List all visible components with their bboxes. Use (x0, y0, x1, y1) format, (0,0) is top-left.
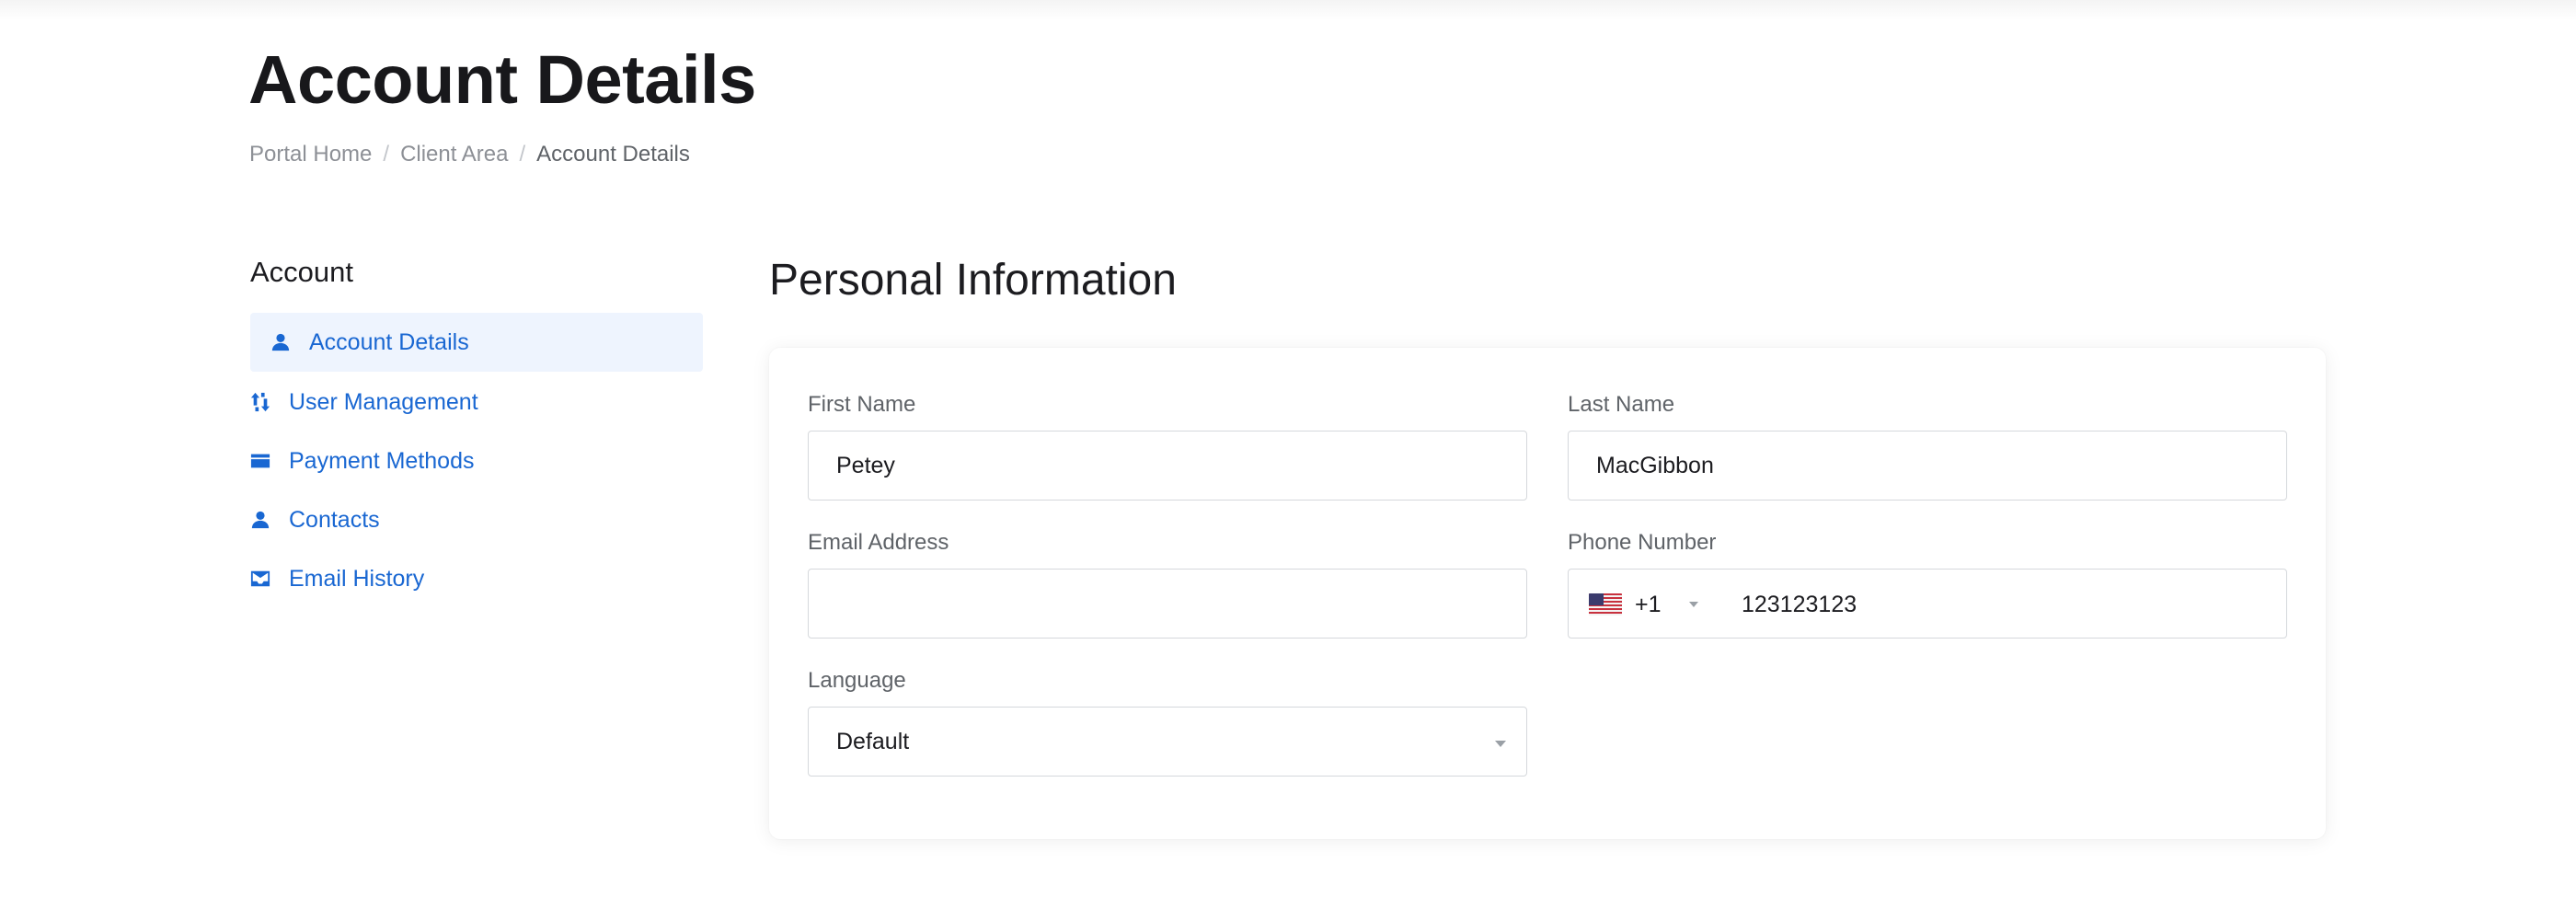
email-group: Email Address (808, 528, 1527, 639)
sidebar-item-label: Email History (289, 565, 425, 592)
header-shadow (0, 0, 2576, 20)
breadcrumb-client-area[interactable]: Client Area (400, 142, 508, 167)
sidebar: Account Account Details User Management … (250, 254, 703, 608)
last-name-group: Last Name (1568, 390, 2287, 501)
phone-label: Phone Number (1568, 530, 1717, 555)
chevron-down-icon (1495, 741, 1506, 747)
envelope-icon (250, 569, 289, 589)
last-name-field[interactable] (1568, 431, 2287, 501)
first-name-group: First Name (808, 390, 1527, 501)
sidebar-item-payment-methods[interactable]: Payment Methods (250, 431, 703, 490)
page-title: Account Details (248, 41, 756, 118)
dial-code: +1 (1635, 591, 1662, 617)
email-label: Email Address (808, 530, 949, 555)
sidebar-item-contacts[interactable]: Contacts (250, 490, 703, 549)
person-icon (270, 332, 309, 352)
breadcrumb-separator: / (383, 142, 390, 167)
sidebar-item-account-details[interactable]: Account Details (250, 313, 703, 372)
country-code-selector[interactable]: +1 (1589, 570, 1698, 639)
section-title: Personal Information (769, 256, 1177, 305)
language-select[interactable]: Default (808, 707, 1527, 777)
sidebar-item-user-management[interactable]: User Management (250, 373, 703, 431)
sidebar-heading: Account (250, 256, 354, 288)
us-flag-icon (1589, 593, 1622, 616)
sidebar-item-label: Contacts (289, 506, 380, 533)
sidebar-item-label: Payment Methods (289, 447, 475, 474)
phone-number-value: 123123123 (1742, 591, 1857, 617)
chevron-down-icon (1688, 602, 1698, 607)
person-icon (250, 510, 289, 530)
language-label: Language (808, 668, 906, 693)
breadcrumb-portal-home[interactable]: Portal Home (249, 142, 372, 167)
first-name-label: First Name (808, 392, 916, 417)
sidebar-item-label: Account Details (309, 328, 469, 355)
sort-arrows-icon (250, 392, 289, 412)
email-field[interactable] (808, 569, 1527, 639)
first-name-field[interactable] (808, 431, 1527, 501)
phone-group: Phone Number +1 123123123 (1568, 528, 2287, 639)
credit-card-icon (250, 451, 289, 471)
last-name-label: Last Name (1568, 392, 1675, 417)
sidebar-item-email-history[interactable]: Email History (250, 549, 703, 608)
phone-field[interactable]: +1 123123123 (1568, 569, 2287, 639)
breadcrumb-current: Account Details (536, 142, 690, 167)
breadcrumb: Portal Home / Client Area / Account Deta… (249, 142, 690, 167)
breadcrumb-separator: / (519, 142, 526, 167)
sidebar-item-label: User Management (289, 388, 478, 415)
language-selected-value: Default (836, 728, 910, 754)
personal-info-card: First Name Last Name Email Address Phone… (769, 348, 2326, 839)
language-group: Language Default (808, 666, 1527, 777)
